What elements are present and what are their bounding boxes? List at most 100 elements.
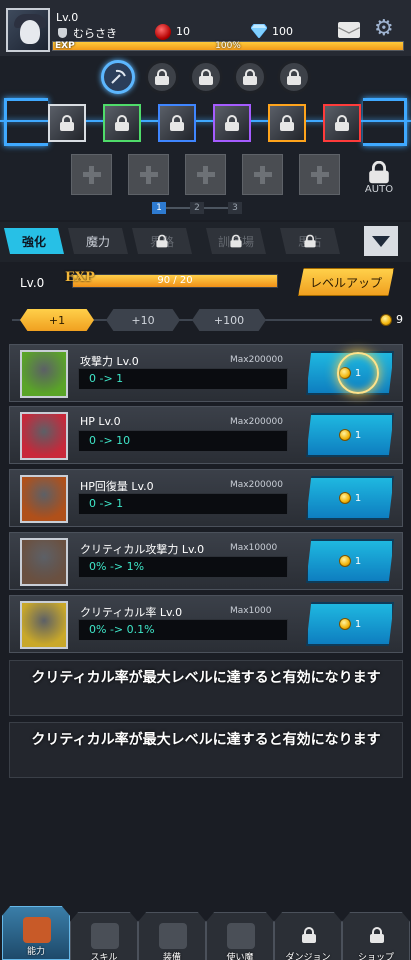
lock-icon (156, 234, 168, 248)
right-bracket (363, 98, 407, 146)
lock-icon (369, 160, 389, 184)
crit-damage-icon (20, 538, 68, 586)
page-3[interactable]: 3 (228, 202, 242, 214)
player-avatar[interactable] (6, 8, 50, 52)
upgrade-value: 0% -> 0.1% (78, 619, 288, 641)
upgrade-max: Max10000 (230, 543, 278, 553)
left-bracket (4, 98, 48, 146)
increment-plus-1[interactable]: +1 (20, 309, 94, 331)
increment-plus-100[interactable]: +100 (192, 309, 266, 331)
lock-icon (230, 234, 242, 248)
page-1[interactable]: 1 (152, 202, 166, 214)
coin-icon (338, 555, 351, 567)
nav-label: 能力 (26, 947, 45, 957)
lock-icon (115, 115, 129, 131)
lock-icon (287, 69, 301, 85)
lock-icon (155, 69, 169, 85)
player-exp-percent: 100% (215, 41, 241, 51)
lock-icon (60, 115, 74, 131)
upgrade-title: クリティカル攻撃力 Lv.0 (80, 543, 205, 556)
upgrade-buy-button[interactable]: 1 (306, 476, 394, 520)
upgrade-buy-button[interactable]: 1 (306, 413, 394, 457)
upgrade-title: 攻撃力 Lv.0 (80, 355, 139, 368)
coin-icon (338, 367, 351, 379)
upgrade-title: クリティカル率 Lv.0 (80, 606, 183, 619)
add-slot-button[interactable] (128, 154, 169, 195)
tab-magic[interactable]: 魔力 (68, 228, 128, 254)
dropdown-button[interactable] (364, 226, 398, 256)
upgrade-buy-button[interactable]: 1 (306, 351, 394, 395)
add-slot-button[interactable] (71, 154, 112, 195)
equip-slot[interactable] (323, 104, 361, 142)
lock-icon (170, 115, 184, 131)
skill-slot-locked[interactable] (277, 60, 311, 94)
skill-slot-locked[interactable] (145, 60, 179, 94)
tab-locked-3[interactable]: 思占 (280, 228, 340, 254)
nav-label: 使い魔 (226, 953, 254, 960)
hp-regen-icon (20, 475, 68, 523)
equip-slot[interactable] (48, 104, 86, 142)
avatar-face (20, 20, 40, 44)
ability-nav-icon (23, 917, 51, 943)
red-gem-icon (155, 24, 171, 40)
upgrade-cost: 1 (354, 492, 362, 504)
skill-slot-locked[interactable] (189, 60, 223, 94)
equip-slot[interactable] (103, 104, 141, 142)
player-name: むらさき (73, 27, 117, 40)
equipment-panel: AUTO 1 2 3 (0, 56, 411, 220)
tab-training[interactable]: 訓練場 (206, 228, 266, 254)
locked-upgrade-notice: クリティカル率が最大レベルに達すると有効になります (9, 722, 403, 778)
lock-icon (370, 927, 384, 943)
nav-equipment[interactable]: 装備 (138, 912, 206, 960)
nav-dungeon[interactable]: ダンジョン (274, 912, 342, 960)
coin-icon (338, 492, 351, 504)
lock-icon (225, 115, 239, 131)
diamond-icon (251, 24, 267, 38)
upgrade-cost: 1 (354, 555, 362, 567)
locked-upgrade-notice: クリティカル率が最大レベルに達すると有効になります (9, 660, 403, 716)
upgrade-buy-button[interactable]: 1 (306, 602, 394, 646)
lock-icon (302, 927, 316, 943)
nav-ability[interactable]: 能力 (2, 906, 70, 960)
auto-lock-button[interactable]: AUTO (362, 160, 396, 195)
upgrade-buy-button[interactable]: 1 (306, 539, 394, 583)
add-slot-button[interactable] (242, 154, 283, 195)
page-2[interactable]: 2 (190, 202, 204, 214)
increment-selector: +1 +10 +100 9 (0, 306, 411, 334)
skill-slot-locked[interactable] (233, 60, 267, 94)
gear-icon[interactable]: ⚙ (374, 18, 396, 40)
upgrade-value: 0 -> 1 (78, 493, 288, 515)
nav-familiar[interactable]: 使い魔 (206, 912, 274, 960)
tab-strengthen[interactable]: 強化 (4, 228, 64, 254)
add-slot-button[interactable] (299, 154, 340, 195)
add-slot-button[interactable] (185, 154, 226, 195)
lock-icon (199, 69, 213, 85)
diamond-count: 100 (272, 25, 293, 38)
coin-balance: 9 (380, 313, 403, 326)
upgrade-title: HP回復量 Lv.0 (80, 480, 154, 493)
lock-icon (243, 69, 257, 85)
level-up-button[interactable]: レベルアップ (298, 268, 394, 296)
coin-icon (338, 618, 351, 630)
nav-skill[interactable]: スキル (70, 912, 138, 960)
upgrade-max: Max200000 (230, 480, 283, 490)
increment-plus-10[interactable]: +10 (106, 309, 180, 331)
equip-slot[interactable] (213, 104, 251, 142)
category-tabs: 強化 魔力 界路 訓練場 思占 (0, 222, 411, 262)
skill-slot-active[interactable] (101, 60, 135, 94)
pickaxe-icon (111, 69, 126, 84)
player-exp-bar: EXP 100% (52, 41, 404, 51)
skill-nav-icon (91, 923, 119, 949)
nav-shop[interactable]: ショップ (342, 912, 410, 960)
mail-icon[interactable] (338, 22, 360, 38)
upgrade-cost: 1 (354, 429, 362, 441)
upgrade-max: Max1000 (230, 606, 272, 616)
nav-label: 装備 (162, 953, 181, 960)
equip-slot[interactable] (268, 104, 306, 142)
equip-slot[interactable] (158, 104, 196, 142)
hp-icon (20, 412, 68, 460)
auto-label: AUTO (364, 184, 394, 195)
tab-locked-1[interactable]: 界路 (132, 228, 192, 254)
red-gem-count: 10 (176, 25, 190, 38)
coin-icon (380, 313, 392, 326)
